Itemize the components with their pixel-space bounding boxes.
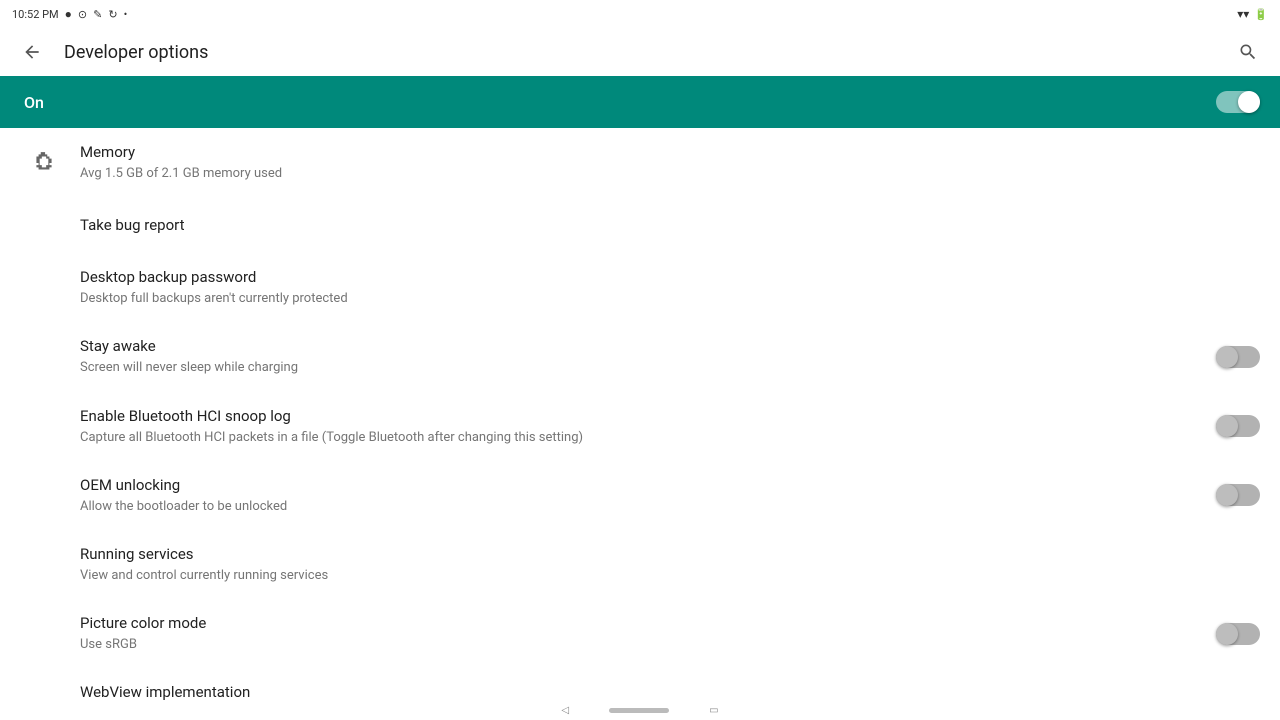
back-nav-icon[interactable]: ◁ [561, 705, 569, 716]
memory-subtitle: Avg 1.5 GB of 2.1 GB memory used [80, 165, 1260, 183]
settings-list: Memory Avg 1.5 GB of 2.1 GB memory used Ta… [0, 128, 1280, 700]
wifi-icon: ▾▾ [1237, 7, 1249, 21]
status-bar: 10:52 PM ● ⊙ ✎ ↻ • ▾▾ 🔋 [0, 0, 1280, 28]
picture-color-mode-text: Picture color mode Use sRGB [80, 613, 1204, 654]
page-title: Developer options [64, 42, 1232, 63]
toolbar: Developer options [0, 28, 1280, 76]
status-left: 10:52 PM ● ⊙ ✎ ↻ • [12, 7, 127, 21]
enable-bluetooth-hci-text: Enable Bluetooth HCI snoop log Capture al… [80, 406, 1204, 447]
stay-awake-title: Stay awake [80, 336, 1204, 357]
developer-options-toggle-bar[interactable]: On [0, 76, 1280, 128]
picture-color-mode-toggle-thumb [1216, 623, 1238, 645]
list-item-stay-awake[interactable]: Stay awake Screen will never sleep while … [0, 322, 1280, 391]
recents-nav-icon[interactable]: ▭ [709, 705, 718, 716]
picture-color-mode-toggle[interactable] [1216, 622, 1260, 646]
settings-icon: ⊙ [78, 8, 87, 21]
oem-unlocking-text: OEM unlocking Allow the bootloader to be … [80, 475, 1204, 516]
stay-awake-toggle-thumb [1216, 346, 1238, 368]
developer-options-toggle[interactable] [1216, 90, 1260, 114]
stay-awake-action [1216, 345, 1260, 369]
status-right: ▾▾ 🔋 [1237, 7, 1268, 21]
list-item-running-services[interactable]: Running services View and control current… [0, 530, 1280, 599]
running-services-text: Running services View and control current… [80, 544, 1260, 585]
oem-unlocking-title: OEM unlocking [80, 475, 1204, 496]
stay-awake-text: Stay awake Screen will never sleep while … [80, 336, 1204, 377]
take-bug-report-text: Take bug report [80, 215, 1260, 236]
picture-color-mode-title: Picture color mode [80, 613, 1204, 634]
enable-bluetooth-hci-subtitle: Capture all Bluetooth HCI packets in a f… [80, 429, 1204, 447]
home-nav-pill[interactable] [609, 708, 669, 713]
stay-awake-toggle[interactable] [1216, 345, 1260, 369]
list-item-memory[interactable]: Memory Avg 1.5 GB of 2.1 GB memory used [0, 128, 1280, 197]
oem-unlocking-subtitle: Allow the bootloader to be unlocked [80, 498, 1204, 516]
memory-title: Memory [80, 142, 1260, 163]
list-item-enable-bluetooth-hci[interactable]: Enable Bluetooth HCI snoop log Capture al… [0, 392, 1280, 461]
status-time: 10:52 PM [12, 8, 59, 21]
desktop-backup-password-title: Desktop backup password [80, 267, 1260, 288]
running-services-subtitle: View and control currently running servi… [80, 567, 1260, 585]
back-button[interactable] [16, 36, 48, 68]
webview-implementation-text: WebView implementationAndroid System Web… [80, 682, 1260, 700]
desktop-backup-password-subtitle: Desktop full backups aren't currently pr… [80, 290, 1260, 308]
oem-unlocking-toggle[interactable] [1216, 483, 1260, 507]
extra-icon: • [124, 8, 128, 21]
running-services-title: Running services [80, 544, 1260, 565]
enable-bluetooth-hci-action [1216, 414, 1260, 438]
bottom-nav-bar: ◁ ▭ [0, 700, 1280, 720]
list-item-oem-unlocking[interactable]: OEM unlocking Allow the bootloader to be … [0, 461, 1280, 530]
list-item-desktop-backup-password[interactable]: Desktop backup password Desktop full back… [0, 253, 1280, 322]
stay-awake-subtitle: Screen will never sleep while charging [80, 359, 1204, 377]
memory-icon [24, 150, 64, 176]
picture-color-mode-subtitle: Use sRGB [80, 636, 1204, 654]
search-button[interactable] [1232, 36, 1264, 68]
list-item-webview-implementation[interactable]: WebView implementationAndroid System Web… [0, 668, 1280, 700]
list-item-picture-color-mode[interactable]: Picture color mode Use sRGB [0, 599, 1280, 668]
on-label: On [24, 93, 44, 112]
enable-bluetooth-hci-title: Enable Bluetooth HCI snoop log [80, 406, 1204, 427]
take-bug-report-title: Take bug report [80, 215, 1260, 236]
enable-bluetooth-hci-toggle-thumb [1216, 415, 1238, 437]
oem-unlocking-action [1216, 483, 1260, 507]
desktop-backup-password-text: Desktop backup password Desktop full back… [80, 267, 1260, 308]
list-item-take-bug-report[interactable]: Take bug report [0, 197, 1280, 253]
enable-bluetooth-hci-toggle[interactable] [1216, 414, 1260, 438]
edit-icon: ✎ [93, 8, 102, 21]
sync-icon: ↻ [108, 8, 117, 21]
battery-icon: 🔋 [1254, 8, 1268, 21]
memory-text: Memory Avg 1.5 GB of 2.1 GB memory used [80, 142, 1260, 183]
toggle-thumb [1238, 91, 1260, 113]
webview-implementation-title: WebView implementation [80, 682, 1260, 700]
picture-color-mode-action [1216, 622, 1260, 646]
circle-icon: ● [65, 7, 72, 21]
